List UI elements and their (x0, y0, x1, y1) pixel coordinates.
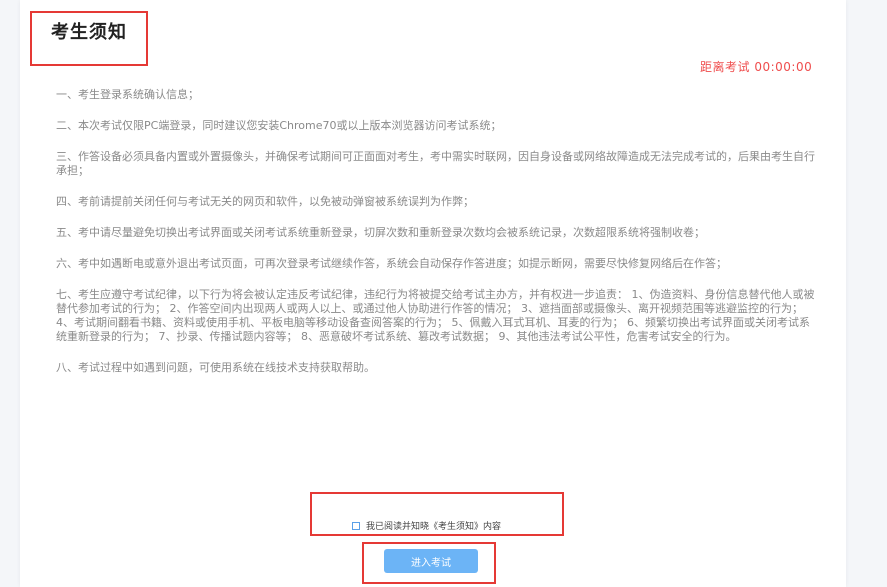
notice-list: 一、考生登录系统确认信息； 二、本次考试仅限PC端登录，同时建议您安装Chrom… (56, 88, 816, 392)
exam-countdown: 距离考试 00:00:00 (700, 60, 813, 74)
notice-item: 六、考中如遇断电或意外退出考试页面，可再次登录考试继续作答，系统会自动保存作答进… (56, 257, 727, 270)
notice-item: 二、本次考试仅限PC端登录，同时建议您安装Chrome70或以上版本浏览器访问考… (56, 119, 502, 132)
notice-item: 八、考试过程中如遇到问题，可使用系统在线技术支持获取帮助。 (56, 361, 375, 374)
notice-item: 五、考中请尽量避免切换出考试界面或关闭考试系统重新登录，切屏次数和重新登录次数均… (56, 226, 705, 239)
notice-item: 七、考生应遵守考试纪律，以下行为将会被认定违反考试纪律，违纪行为将被提交给考试主… (56, 288, 815, 343)
notice-item: 四、考前请提前关闭任何与考试无关的网页和软件，以免被动弹窗被系统误判为作弊； (56, 195, 474, 208)
consent-label: 我已阅读并知晓《考生须知》内容 (366, 522, 502, 532)
consent-row[interactable]: 我已阅读并知晓《考生须知》内容 (352, 519, 501, 532)
consent-checkbox[interactable] (352, 521, 360, 530)
page-title: 考生须知 (51, 22, 127, 43)
enter-exam-button[interactable]: 进入考试 (384, 549, 478, 573)
notice-item: 一、考生登录系统确认信息； (56, 88, 199, 101)
notice-item: 三、作答设备必须具备内置或外置摄像头，并确保考试期间可正面面对考生，考中需实时联… (56, 150, 815, 177)
